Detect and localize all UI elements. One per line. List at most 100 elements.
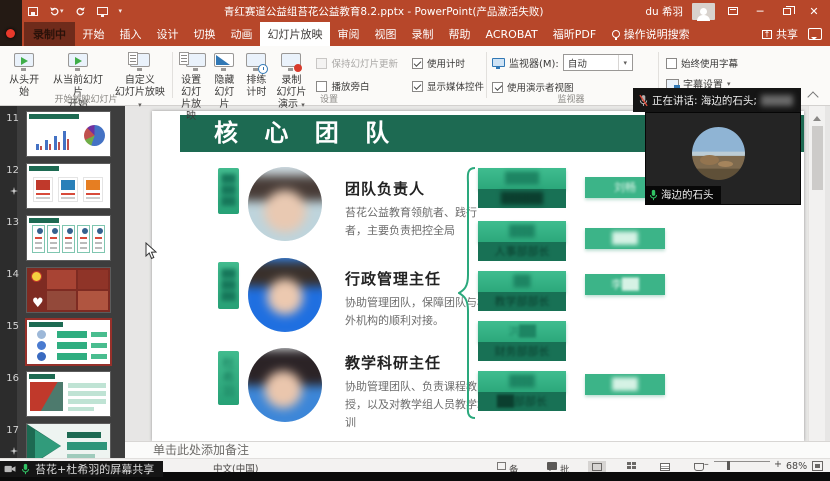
zoom-slider-track[interactable] bbox=[714, 461, 770, 463]
share-button[interactable]: ↑ 共享 bbox=[754, 22, 806, 46]
view-normal-button[interactable] bbox=[588, 461, 606, 473]
thumbnail-slide-14[interactable]: 14 ♥ bbox=[0, 268, 125, 312]
checkbox-keep-slides-updated[interactable]: 保持幻灯片更新 bbox=[316, 56, 398, 70]
dept-side-name-box: ███ bbox=[585, 374, 665, 395]
user-name[interactable]: du 希羽 bbox=[645, 4, 683, 19]
checkbox-use-timings[interactable]: 使用计时 bbox=[412, 56, 484, 70]
monitor-hide-icon bbox=[211, 51, 237, 74]
thumbnail-slide-12[interactable]: 12 bbox=[0, 164, 125, 208]
tab-review[interactable]: 审阅 bbox=[330, 22, 367, 46]
slideshow-from-start-icon[interactable] bbox=[97, 7, 108, 15]
participant-avatar bbox=[692, 127, 745, 180]
slide-thumbnail bbox=[27, 424, 110, 458]
blurred-names bbox=[761, 95, 793, 106]
tab-foxit-pdf[interactable]: 福昕PDF bbox=[545, 22, 603, 46]
thumbnail-slide-17[interactable]: 17 bbox=[0, 424, 125, 458]
group-label: 开始放映幻灯片 bbox=[2, 92, 170, 105]
setup-slideshow-button[interactable]: 设置幻灯片放映 bbox=[174, 49, 208, 123]
view-reading-button[interactable] bbox=[656, 461, 674, 473]
screen-share-banner[interactable]: 苔花+杜希羽的屏幕共享 bbox=[0, 461, 163, 477]
lightbulb-icon bbox=[612, 30, 620, 38]
scroll-up-icon[interactable] bbox=[813, 112, 821, 121]
tab-home[interactable]: 开始 bbox=[75, 22, 112, 46]
fit-slide-to-window-icon[interactable] bbox=[812, 461, 823, 471]
member-role: 团队负责人 bbox=[345, 178, 425, 199]
restore-button[interactable] bbox=[778, 5, 796, 18]
comments-toggle[interactable]: 批注 bbox=[547, 461, 560, 472]
dept-title-box: 教学部部长 bbox=[478, 292, 566, 311]
zoom-level[interactable]: 68% bbox=[786, 461, 807, 472]
thumbnail-slide-11[interactable]: 11 bbox=[0, 112, 125, 156]
tab-record[interactable]: 录制 bbox=[404, 22, 441, 46]
view-slide-sorter-button[interactable] bbox=[622, 461, 640, 473]
save-icon[interactable] bbox=[28, 7, 38, 16]
close-button[interactable]: ✕ bbox=[805, 5, 823, 18]
tab-view[interactable]: 视图 bbox=[367, 22, 404, 46]
recording-dot-icon bbox=[6, 29, 15, 38]
slide-thumbnail bbox=[27, 372, 110, 416]
monitor-icon bbox=[492, 58, 505, 67]
participant-video-tile[interactable]: 海边的石头 bbox=[645, 112, 801, 205]
tab-animations[interactable]: 动画 bbox=[223, 22, 260, 46]
vertical-scrollbar[interactable] bbox=[808, 106, 825, 441]
member-photo bbox=[248, 258, 322, 332]
notes-pane[interactable]: 单击此处添加备注 bbox=[125, 441, 830, 458]
comments-icon[interactable] bbox=[808, 28, 822, 40]
recording-indicator bbox=[0, 0, 22, 46]
monitor-dropdown[interactable]: 自动▾ bbox=[563, 54, 633, 71]
member-name-tag: ███ bbox=[218, 262, 239, 309]
zoom-slider-handle[interactable] bbox=[727, 461, 730, 470]
mic-muted-icon bbox=[639, 94, 648, 107]
mic-on-icon bbox=[649, 189, 658, 201]
member-photo bbox=[248, 348, 322, 422]
tab-transitions[interactable]: 切换 bbox=[186, 22, 223, 46]
slide-thumbnail: ♥ bbox=[27, 268, 110, 312]
dept-name-box: 洪██ bbox=[478, 321, 566, 342]
speaking-banner: 正在讲话: 海边的石头; bbox=[633, 88, 801, 112]
checkbox-always-use-subtitles[interactable]: 始终使用字幕 bbox=[666, 56, 738, 70]
tell-me-search[interactable]: 操作说明搜索 bbox=[604, 22, 698, 46]
customize-qat-icon[interactable]: ▾ bbox=[119, 7, 123, 15]
subtitle-settings-icon bbox=[666, 79, 679, 89]
checkbox-icon bbox=[666, 58, 677, 69]
checkbox-show-media-controls[interactable]: 显示媒体控件 bbox=[412, 79, 484, 93]
undo-icon[interactable]: ▾ bbox=[49, 6, 64, 17]
group-setup: 设置幻灯片放映 隐藏幻灯片 排练计时 录制 幻灯片演示 ▾ bbox=[174, 46, 484, 106]
notes-icon bbox=[497, 462, 506, 470]
quick-access-toolbar: ▾ ▾ bbox=[28, 0, 122, 22]
checkbox-checked-icon bbox=[412, 58, 423, 69]
dept-title-box: █████ bbox=[478, 189, 566, 208]
redo-icon[interactable] bbox=[75, 6, 86, 17]
tab-slideshow[interactable]: 幻灯片放映 bbox=[260, 22, 330, 46]
slide-thumbnail-panel[interactable]: 11 12 bbox=[0, 106, 125, 458]
checkbox-icon bbox=[316, 81, 327, 92]
slide-number: 14 bbox=[2, 269, 19, 280]
tab-insert[interactable]: 插入 bbox=[112, 22, 149, 46]
zoom-in-button[interactable]: + bbox=[774, 459, 782, 470]
scrollbar-thumb[interactable] bbox=[812, 126, 823, 190]
slide-number: 17 bbox=[2, 425, 19, 436]
slide-thumbnail bbox=[27, 320, 110, 364]
tab-help[interactable]: 帮助 bbox=[441, 22, 478, 46]
tab-acrobat[interactable]: ACROBAT bbox=[478, 22, 545, 46]
dept-name-box: ██ bbox=[478, 271, 566, 292]
share-icon: ↑ bbox=[762, 30, 772, 39]
ribbon-display-options-icon[interactable] bbox=[724, 5, 742, 18]
dept-title-box: ██部部长 bbox=[478, 392, 566, 411]
monitor-play-icon bbox=[65, 51, 91, 74]
tab-design[interactable]: 设计 bbox=[149, 22, 186, 46]
notes-toggle[interactable]: 备注 bbox=[497, 461, 509, 472]
thumbnail-slide-13[interactable]: 13 bbox=[0, 216, 125, 260]
minimize-button[interactable]: ─ bbox=[751, 5, 769, 18]
meeting-overlay[interactable]: 正在讲话: 海边的石头; 海边的石头 bbox=[633, 88, 801, 205]
bracket-shape bbox=[458, 167, 476, 423]
monitor-setup-icon bbox=[178, 51, 204, 74]
zoom-out-button[interactable]: – bbox=[704, 459, 709, 470]
checkbox-checked-icon bbox=[492, 82, 503, 93]
slide-thumbnail bbox=[27, 164, 110, 208]
checkbox-play-narrations[interactable]: 播放旁白 bbox=[316, 79, 398, 93]
thumbnail-slide-16[interactable]: 16 bbox=[0, 372, 125, 416]
window-title: 青红赛道公益组苔花公益教育8.2.pptx - PowerPoint(产品激活失… bbox=[122, 4, 645, 19]
user-avatar[interactable] bbox=[692, 3, 715, 20]
thumbnail-slide-15-selected[interactable]: 15 bbox=[0, 320, 125, 364]
